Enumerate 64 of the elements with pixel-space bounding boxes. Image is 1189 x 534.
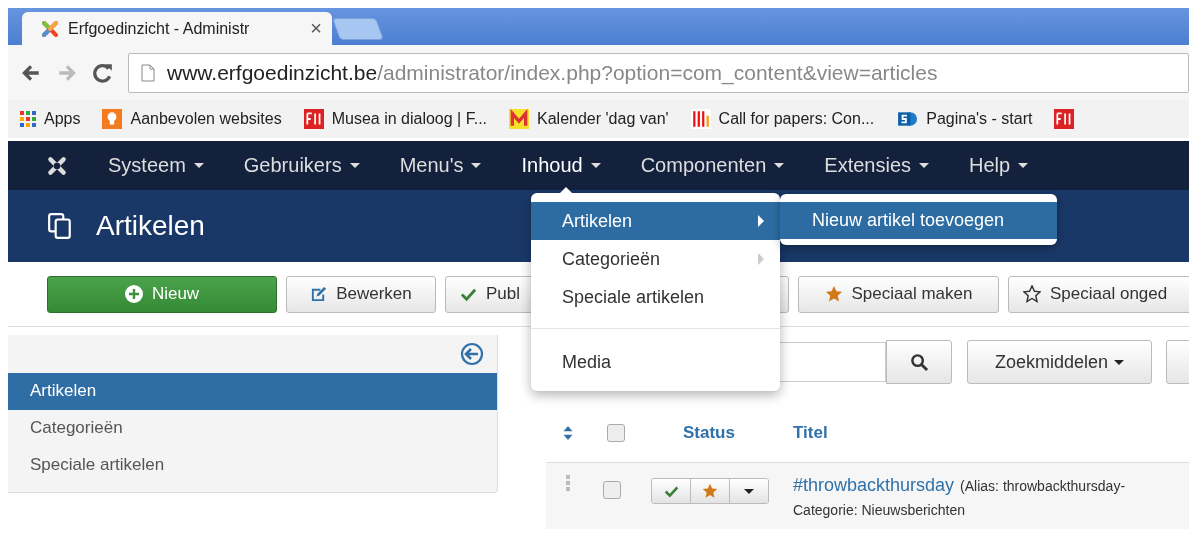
- plus-icon: [124, 285, 143, 303]
- column-header[interactable]: Titel: [792, 423, 828, 443]
- bars-icon: [690, 109, 711, 129]
- actions-dropdown[interactable]: [729, 479, 768, 503]
- toolbar-button[interactable]: Nieuw: [47, 275, 277, 313]
- search-icon: [909, 352, 929, 372]
- copy-icon: [48, 213, 72, 239]
- star-icon: [1023, 285, 1041, 303]
- bookmark[interactable]: Kalender 'dag van': [509, 109, 669, 129]
- bookmark[interactable]: Apps: [20, 110, 81, 128]
- search-button[interactable]: [886, 340, 952, 384]
- toolbar-button[interactable]: Speciaal maken: [798, 275, 999, 313]
- menu-item[interactable]: Artikelen: [531, 202, 780, 240]
- bookmark[interactable]: Pagina's - start: [896, 109, 1033, 129]
- nav-menu-item[interactable]: Extensies: [824, 154, 930, 177]
- s-logo-icon: [896, 109, 919, 129]
- lightbulb-icon: [102, 109, 123, 129]
- publish-toggle[interactable]: [652, 479, 690, 503]
- nav-menu-item[interactable]: Help: [969, 154, 1029, 177]
- toolbar-button[interactable]: Bewerken: [286, 275, 436, 313]
- tab-title: Erfgoedinzicht - Administr: [68, 19, 251, 38]
- reload-icon[interactable]: [92, 61, 114, 84]
- nav-menu-item[interactable]: Componenten: [640, 154, 785, 177]
- logo-icon: [40, 18, 60, 39]
- browser-tab[interactable]: Erfgoedinzicht - Administr ×: [22, 12, 332, 45]
- sort-icon[interactable]: [562, 425, 574, 441]
- toolbar-button[interactable]: Speciaal onged: [1008, 275, 1189, 313]
- star-icon: [702, 483, 718, 499]
- nav-menu-item[interactable]: Inhoud: [521, 154, 601, 177]
- bookmark[interactable]: Aanbevolen websites: [102, 109, 282, 129]
- alias-text: (Alias: throwbackthursday-: [960, 478, 1126, 494]
- bookmark[interactable]: [1054, 109, 1075, 129]
- drag-handle-icon[interactable]: [566, 475, 570, 491]
- bookmark[interactable]: Musea in dialoog | F...: [303, 109, 488, 129]
- logo-icon: [1054, 109, 1075, 129]
- menu-item[interactable]: Speciale artikelen: [531, 278, 780, 316]
- grid-icon: [20, 111, 36, 127]
- page-title: Artikelen: [96, 210, 205, 242]
- nav-menu-item[interactable]: Gebruikers: [243, 154, 360, 177]
- bookmark[interactable]: Call for papers: Con...: [690, 109, 875, 129]
- logo-icon: [303, 109, 324, 129]
- nav-menu-item[interactable]: Menu's: [399, 154, 482, 177]
- sidebar-item[interactable]: Artikelen: [8, 373, 497, 410]
- article-link[interactable]: #throwbackthursday: [793, 475, 955, 495]
- edit-icon: [310, 285, 328, 303]
- page-icon: [141, 63, 155, 82]
- search-tools-button[interactable]: Zoekmiddelen: [967, 340, 1152, 384]
- m-logo-icon: [509, 109, 530, 129]
- menu-item[interactable]: Categorieën: [531, 240, 780, 278]
- collapse-icon[interactable]: [460, 342, 484, 366]
- star-icon: [824, 285, 843, 303]
- category-text: Categorie: Nieuwsberichten: [793, 502, 966, 518]
- address-field[interactable]: www.erfgoedinzicht.be/administrator/index.php?option=com_content&view=articles: [128, 52, 1189, 93]
- menu-item[interactable]: Nieuw artikel toevoegen: [780, 202, 1057, 239]
- nav-menu-item[interactable]: Systeem: [108, 154, 204, 177]
- checkbox[interactable]: [603, 481, 621, 499]
- featured-toggle[interactable]: [690, 479, 729, 503]
- column-header[interactable]: Status: [683, 423, 735, 443]
- sidebar-item[interactable]: Categorieën: [8, 410, 497, 447]
- menu-item[interactable]: Media: [531, 343, 780, 381]
- joomla-logo-icon[interactable]: [46, 154, 68, 177]
- checkbox[interactable]: [607, 424, 625, 442]
- sidebar-item[interactable]: Speciale artikelen: [8, 447, 497, 484]
- close-icon[interactable]: ×: [310, 17, 322, 40]
